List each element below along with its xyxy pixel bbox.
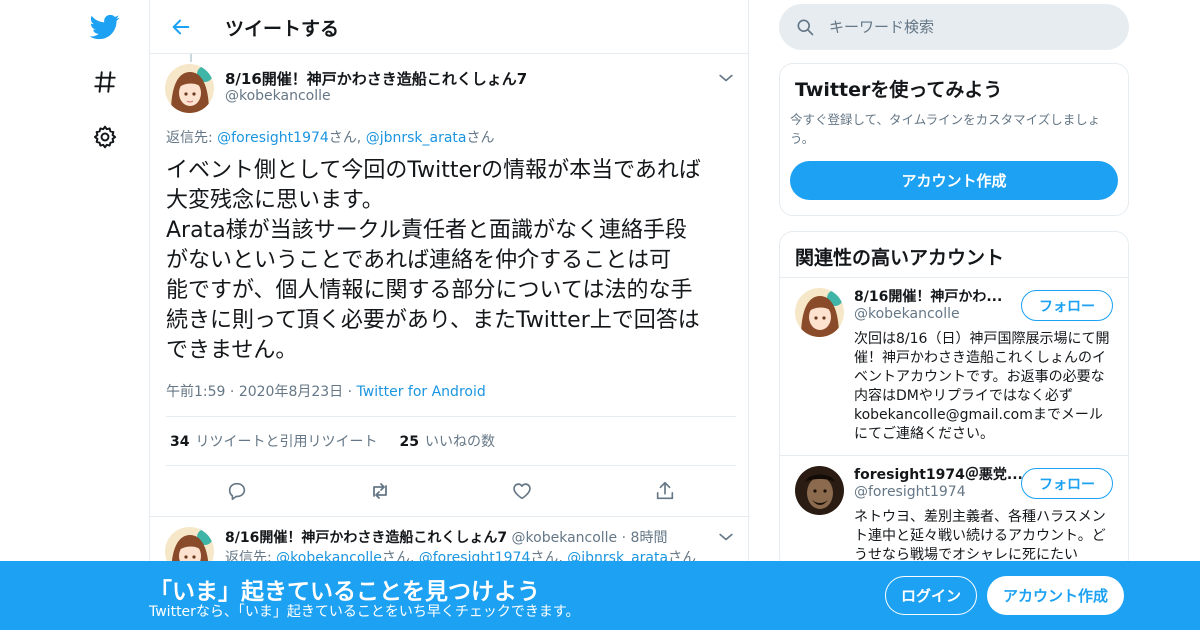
signup-card: Twitterを使ってみよう 今すぐ登録して、タイムラインをカスタマイズしましょ… <box>779 63 1129 216</box>
chevron-down-icon[interactable] <box>716 68 736 88</box>
retweet-icon[interactable] <box>363 474 397 508</box>
follow-button[interactable]: フォロー <box>1021 468 1113 499</box>
like-label: いいねの数 <box>424 434 495 450</box>
related-account-bio: ネトウヨ、差別主義者、各種ハラスメント連中と延々戦い続けるアカウント。どうせなら… <box>854 509 1106 563</box>
search-bar[interactable] <box>779 4 1129 50</box>
signup-card-title: Twitterを使ってみよう <box>795 79 1003 101</box>
chevron-down-icon[interactable] <box>716 527 736 547</box>
related-account-name[interactable]: foresight1974＠悪党... <box>854 464 1023 484</box>
related-account[interactable]: 8/16開催！神戸かわ... @kobekancolle フォロー 次回は8/1… <box>780 278 1128 456</box>
back-arrow-icon[interactable] <box>166 12 196 42</box>
retweet-label: リツイートと引用リツイート <box>195 434 378 450</box>
meta-dot: · <box>621 530 631 546</box>
reply-to-line: 返信先: @foresight1974さん, @jbnrsk_arataさん <box>166 127 495 147</box>
related-account-handle[interactable]: @foresight1974 <box>854 484 966 500</box>
twitter-logo-icon[interactable] <box>88 10 122 44</box>
hashtag-icon[interactable] <box>88 65 122 99</box>
reply-mention-link[interactable]: @jbnrsk_arata <box>366 130 467 146</box>
avatar[interactable] <box>165 64 214 113</box>
related-account-handle[interactable]: @kobekancolle <box>854 306 960 322</box>
page-title: ツイートする <box>225 18 340 40</box>
reply-separator: さん, <box>328 130 366 146</box>
tweet-source[interactable]: Twitter for Android <box>357 384 486 400</box>
avatar[interactable] <box>795 288 844 337</box>
reply-tweet-header: 8/16開催！神戸かわさき造船これくしょん7 @kobekancolle · 8… <box>225 527 667 547</box>
login-button[interactable]: ログイン <box>885 576 977 615</box>
tweet-date[interactable]: 2020年8月23日 <box>239 384 343 400</box>
meta-dot: · <box>347 384 357 400</box>
related-account[interactable]: foresight1974＠悪党... @foresight1974 フォロー … <box>780 456 1128 570</box>
like-stat[interactable]: 25 いいねの数 <box>399 431 494 451</box>
avatar[interactable] <box>795 466 844 515</box>
author-name[interactable]: 8/16開催！神戸かわさき造船これくしょん7 <box>225 68 527 89</box>
tweet-meta: 午前1:59 · 2020年8月23日 · Twitter for Androi… <box>166 381 486 401</box>
retweet-stat[interactable]: 34 リツイートと引用リツイート <box>170 431 377 451</box>
tweet-time[interactable]: 午前1:59 <box>166 384 225 400</box>
search-icon <box>797 19 814 36</box>
reply-author-handle[interactable]: @kobekancolle <box>512 530 618 546</box>
reply-author-name[interactable]: 8/16開催！神戸かわさき造船これくしょん7 <box>225 530 507 546</box>
like-heart-icon[interactable] <box>505 474 539 508</box>
signup-button[interactable]: アカウント作成 <box>987 576 1124 615</box>
tweet-stats: 34 リツイートと引用リツイート 25 いいねの数 <box>166 416 736 466</box>
retweet-count: 34 <box>170 434 190 450</box>
follow-button[interactable]: フォロー <box>1021 290 1113 321</box>
related-account-name[interactable]: 8/16開催！神戸かわ... <box>854 286 1002 306</box>
left-nav <box>0 0 150 630</box>
like-count: 25 <box>399 434 419 450</box>
reply-mention-link[interactable]: @foresight1974 <box>217 130 329 146</box>
related-accounts-card: 関連性の高いアカウント 8/16開催！神戸かわ... @kobekancolle… <box>779 231 1129 571</box>
meta-dot: · <box>229 384 239 400</box>
related-accounts-title: 関連性の高いアカウント <box>780 232 1128 278</box>
tweet-actions <box>166 466 736 516</box>
signup-banner: 「いま」起きていることを見つけよう Twitterなら、「いま」起きていることを… <box>0 561 1200 630</box>
share-icon[interactable] <box>648 474 682 508</box>
main-column: ツイートする 8/16開催！神戸かわさき造船これくしょん7 @kobekanco… <box>149 0 750 630</box>
create-account-button[interactable]: アカウント作成 <box>790 161 1118 200</box>
main-header: ツイートする <box>150 0 748 54</box>
related-account-bio: 次回は8/16（日）神戸国際展示場にて開催！神戸かわさき造船これくしょんのイベン… <box>854 331 1110 442</box>
reply-suffix: さん <box>466 130 495 146</box>
signup-card-description: 今すぐ登録して、タイムラインをカスタマイズしましょう。 <box>790 112 1101 146</box>
reply-prefix: 返信先: <box>166 130 218 146</box>
banner-subtitle: Twitterなら、「いま」起きていることをいち早くチェックできます。 <box>149 604 580 620</box>
tweet-text: イベント側として今回のTwitterの情報が本当であれば 大変残念に思います。 … <box>166 158 701 363</box>
tweet-header: 8/16開催！神戸かわさき造船これくしょん7 @kobekancolle <box>150 54 750 124</box>
gear-icon[interactable] <box>88 120 122 154</box>
author-handle[interactable]: @kobekancolle <box>225 88 331 104</box>
search-input[interactable] <box>829 18 1109 36</box>
reply-icon[interactable] <box>220 474 254 508</box>
reply-tweet-age[interactable]: 8時間 <box>631 530 668 546</box>
